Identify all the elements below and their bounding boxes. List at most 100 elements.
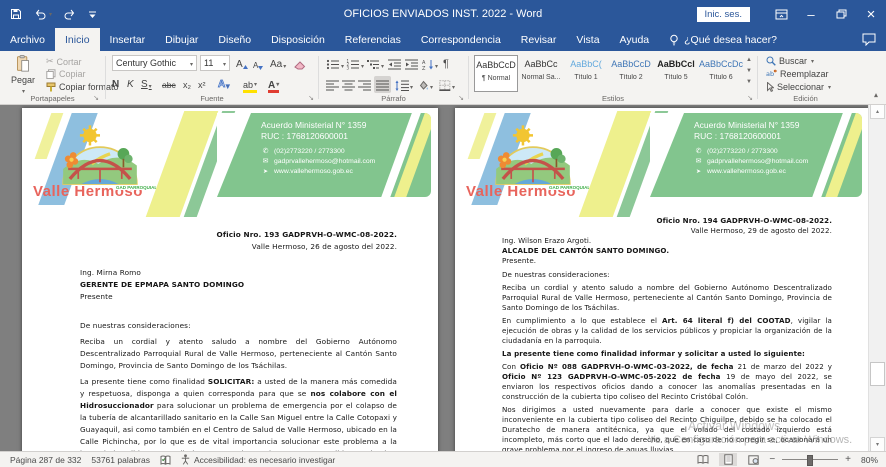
superscript-button[interactable]: x² [198,77,206,90]
borders-button[interactable] [439,78,455,91]
search-icon [766,56,776,66]
select-button[interactable]: Seleccionar [766,82,831,92]
paste-button[interactable]: Pegar [8,55,38,95]
numbering-button[interactable]: 123 [346,57,364,70]
paragraph: En cumplimiento a lo que establece el Ar… [502,316,832,346]
paragraph-dialog-launcher[interactable] [458,94,464,102]
page-indicator[interactable]: Página 287 de 332 [10,455,81,465]
styles-scroll-up[interactable]: ▲ [746,57,752,63]
tab-inicio[interactable]: Inicio [55,28,100,51]
word-count[interactable]: 53761 palabras [91,455,150,465]
spellcheck-icon[interactable] [160,455,171,465]
website-url: www.vallehermoso.gob.ec [274,167,353,177]
font-family-combo[interactable]: Century Gothic [112,55,197,71]
clear-formatting-button[interactable] [294,57,306,70]
tell-me-box[interactable]: ¿Qué desea hacer? [659,28,787,51]
letter-body-2: Oficio Nro. 194 GADPRVH-O-WMC-08-2022. V… [502,216,832,452]
italic-button[interactable]: K [127,77,134,90]
undo-icon[interactable] [34,8,52,20]
find-button[interactable]: Buscar [766,56,814,66]
underline-button[interactable]: S [141,77,152,90]
style-titulo-1[interactable]: AaBbC( Título 1 [564,55,608,92]
svg-text:3: 3 [347,66,350,71]
style-normal[interactable]: AaBbCcD ¶ Normal [474,55,518,92]
customize-qat-icon[interactable] [88,10,97,19]
zoom-in-button[interactable] [845,454,851,465]
zoom-slider[interactable] [782,453,838,466]
group-editing: Buscar ab Reemplazar Seleccionar Edición [758,51,853,104]
redo-icon[interactable] [64,8,76,20]
scroll-up-icon[interactable] [870,104,885,119]
line-spacing-button[interactable] [395,78,413,91]
collapse-ribbon-icon[interactable] [874,91,878,100]
tab-revisar[interactable]: Revisar [511,28,567,51]
zoom-slider-thumb[interactable] [807,455,813,466]
align-left-button[interactable] [326,78,339,91]
style-titulo-6[interactable]: AaBbCcDc Título 6 [699,55,743,92]
clipboard-dialog-launcher[interactable] [93,94,99,102]
text-effects-button[interactable]: A [218,77,229,90]
grow-font-button[interactable]: A [236,57,248,70]
sort-button[interactable]: AZ [422,57,438,70]
restore-button[interactable] [826,0,856,28]
cut-button[interactable]: Cortar [46,56,82,67]
accessibility-status[interactable]: Accesibilidad: es necesario investigar [181,454,335,465]
change-case-button[interactable]: Aa [270,57,286,70]
document-page-1[interactable]: Valle Hermoso GAD PARROQUIAL Acuerdo Min… [22,108,438,452]
tab-disposicion[interactable]: Disposición [261,28,335,51]
shading-button[interactable] [417,78,433,91]
styles-scroll-down[interactable]: ▼ [746,68,752,74]
shrink-font-button[interactable]: A [253,57,263,70]
zoom-level[interactable]: 80% [858,455,878,465]
style-normal-sa[interactable]: AaBbCc Normal Sa... [519,55,563,92]
tab-archivo[interactable]: Archivo [0,28,55,51]
document-page-2[interactable]: Valle Hermoso GAD PARROQUIAL Acuerdo Min… [455,108,869,452]
decrease-indent-button[interactable] [388,57,401,70]
styles-gallery-more[interactable]: ▼ [746,79,752,85]
minimize-button[interactable] [796,0,826,28]
increase-indent-button[interactable] [405,57,418,70]
font-size-combo[interactable]: 11 [200,55,230,71]
subscript-button[interactable]: x₂ [183,77,191,90]
align-right-button[interactable] [358,78,371,91]
font-dialog-launcher[interactable] [308,94,314,102]
copy-icon [46,69,56,79]
vertical-scrollbar[interactable] [868,104,886,452]
styles-dialog-launcher[interactable] [747,94,753,102]
phone-icon [261,147,270,157]
strikethrough-button[interactable]: abc [162,77,176,90]
bold-button[interactable]: N [112,77,119,90]
highlight-color-button[interactable]: ab [243,77,257,93]
tab-insertar[interactable]: Insertar [100,28,156,51]
tab-ayuda[interactable]: Ayuda [610,28,660,51]
bullets-button[interactable] [326,57,344,70]
replace-button[interactable]: ab Reemplazar [766,69,829,79]
svg-text:Z: Z [422,66,426,70]
font-color-button[interactable]: A [268,77,279,93]
zoom-out-button[interactable] [769,454,775,465]
sign-in-button[interactable]: Inic. ses. [697,7,751,22]
phone-icon [694,147,703,157]
ribbon-display-options-icon[interactable] [766,0,796,28]
print-layout-icon[interactable] [719,453,737,466]
style-titulo-5[interactable]: AaBbCcl Título 5 [654,55,698,92]
tab-diseno[interactable]: Diseño [208,28,261,51]
feedback-comment-icon[interactable] [862,33,876,46]
tab-correspondencia[interactable]: Correspondencia [411,28,511,51]
justify-button[interactable] [374,76,391,93]
style-titulo-2[interactable]: AaBbCcD Título 2 [609,55,653,92]
scrollbar-thumb[interactable] [870,362,885,386]
tab-referencias[interactable]: Referencias [335,28,411,51]
scroll-down-icon[interactable] [870,437,885,452]
multilevel-list-button[interactable] [366,57,384,70]
copy-button[interactable]: Copiar [46,69,86,79]
show-marks-button[interactable] [443,57,449,70]
tab-vista[interactable]: Vista [566,28,609,51]
save-icon[interactable] [10,8,22,20]
ministerial-agreement: Acuerdo Ministerial N° 1359 [261,120,375,131]
tab-dibujar[interactable]: Dibujar [155,28,208,51]
align-center-button[interactable] [342,78,355,91]
web-layout-icon[interactable] [744,453,762,466]
close-button[interactable] [856,0,886,28]
read-mode-icon[interactable] [694,453,712,466]
